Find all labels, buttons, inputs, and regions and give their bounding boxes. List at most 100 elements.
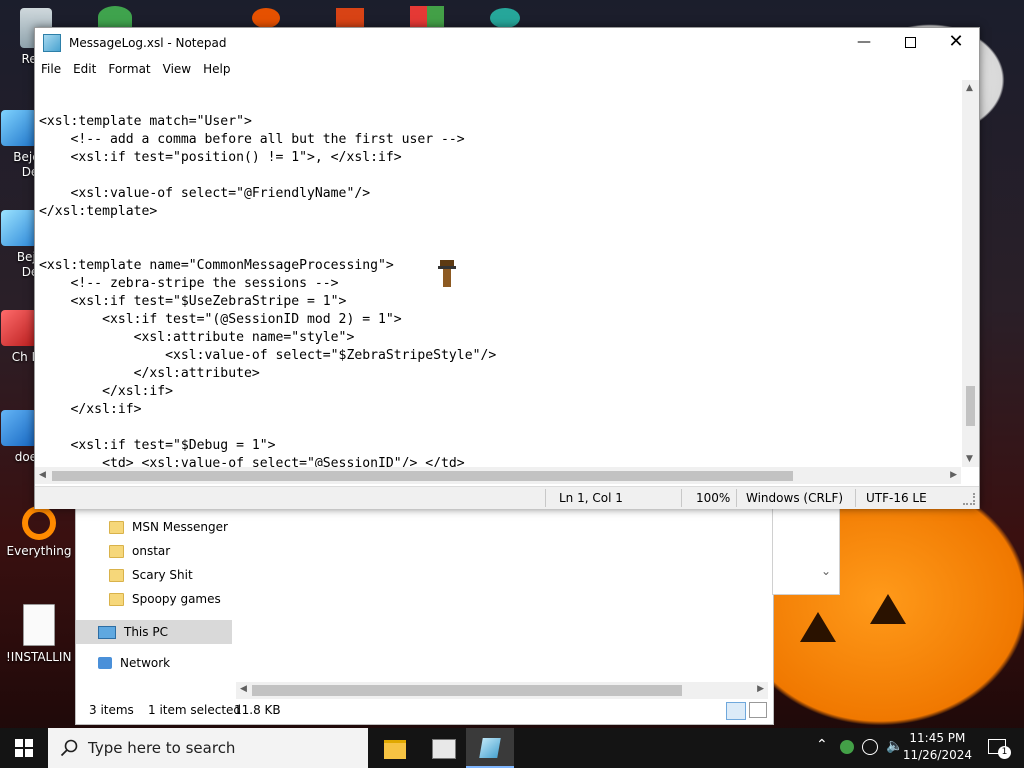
notification-count-badge: 1 <box>998 746 1011 759</box>
desktop-app-icon[interactable] <box>336 8 364 28</box>
explorer-folder-item[interactable]: MSN Messenger <box>109 516 228 538</box>
folder-label: Spoopy games <box>132 592 221 606</box>
file-explorer-icon <box>384 740 406 759</box>
msn-buddy-icon[interactable] <box>98 6 132 28</box>
folder-label: onstar <box>132 544 171 558</box>
scroll-right-icon[interactable]: ▶ <box>757 684 764 694</box>
bejeweled-icon <box>1 210 37 246</box>
nav-item-this-pc[interactable]: This PC <box>76 620 232 644</box>
scroll-thumb[interactable] <box>966 386 975 426</box>
selected-size: 11.8 KB <box>234 703 281 717</box>
status-divider <box>736 489 737 507</box>
chevron-up-icon[interactable]: ⌃ <box>816 737 828 753</box>
encoding: UTF-16 LE <box>866 491 927 505</box>
menu-edit[interactable]: Edit <box>67 62 102 76</box>
horizontal-scrollbar[interactable]: ◀ ▶ <box>35 467 961 484</box>
status-divider <box>545 489 546 507</box>
msn-tray-icon[interactable] <box>840 740 854 754</box>
zoom-level: 100% <box>696 491 731 505</box>
text-file-icon <box>23 604 55 646</box>
desktop-app-icon[interactable] <box>490 8 520 28</box>
status-divider <box>681 489 682 507</box>
resize-grip-icon[interactable] <box>963 493 975 505</box>
desktop-app-icon[interactable] <box>252 8 280 28</box>
folder-icon <box>109 544 124 558</box>
folder-icon <box>109 568 124 582</box>
text-editor-area[interactable]: <xsl:template match="User"> <!-- add a c… <box>35 80 961 467</box>
desktop-app-icon[interactable] <box>410 6 444 28</box>
chess-icon <box>1 310 37 346</box>
network-globe-icon[interactable] <box>862 739 878 755</box>
status-divider <box>855 489 856 507</box>
desktop-icon-installer-file[interactable]: !INSTALLIN... <box>6 604 72 664</box>
this-pc-label: This PC <box>124 625 168 639</box>
system-clock[interactable]: 11:45 PM 11/26/2024 <box>903 730 972 764</box>
notepad-titlebar[interactable]: MessageLog.xsl - Notepad — ✕ <box>35 28 979 58</box>
desktop-icon-label: !INSTALLIN... <box>6 650 72 664</box>
menu-file[interactable]: File <box>35 62 67 76</box>
bejeweled-icon <box>1 110 37 146</box>
folder-label: MSN Messenger <box>132 520 228 534</box>
menu-bar: File Edit Format View Help <box>35 58 979 80</box>
explorer-status-bar: 3 items 1 item selected 11.8 KB <box>76 696 773 724</box>
scroll-thumb[interactable] <box>52 471 793 481</box>
folder-icon <box>109 592 124 606</box>
everything-search-icon <box>22 506 56 540</box>
scroll-left-icon[interactable]: ◀ <box>39 470 46 480</box>
app-icon <box>1 410 37 446</box>
menu-help[interactable]: Help <box>197 62 236 76</box>
start-button[interactable] <box>0 728 48 768</box>
scarecrow-cursor-icon <box>436 260 456 288</box>
maximize-button[interactable] <box>887 28 933 58</box>
explorer-folder-item[interactable]: Spoopy games <box>109 588 221 610</box>
scroll-right-icon[interactable]: ▶ <box>950 470 957 480</box>
clock-date: 11/26/2024 <box>902 748 972 762</box>
explorer-folder-item[interactable]: Scary Shit <box>109 564 193 586</box>
pumpkin-eye-icon <box>800 612 836 642</box>
scroll-thumb[interactable] <box>252 685 682 696</box>
document-text[interactable]: <xsl:template match="User"> <!-- add a c… <box>39 113 496 467</box>
scroll-down-icon[interactable]: ▼ <box>966 454 973 464</box>
window-title: MessageLog.xsl - Notepad <box>69 36 227 50</box>
taskbar-app[interactable] <box>418 728 466 768</box>
scroll-left-icon[interactable]: ◀ <box>240 684 247 694</box>
cursor-position: Ln 1, Col 1 <box>559 491 623 505</box>
system-tray: ⌃ 🔈 11:45 PM 11/26/2024 1 <box>810 728 1024 768</box>
item-count: 3 items <box>89 703 134 717</box>
vertical-scrollbar[interactable]: ▲ ▼ <box>962 80 979 467</box>
selected-count: 1 item selected <box>148 703 242 717</box>
taskbar-search-box[interactable]: Type here to search <box>48 728 368 768</box>
clock-time: 11:45 PM <box>909 731 966 745</box>
explorer-folder-item[interactable]: onstar <box>109 540 170 562</box>
menu-format[interactable]: Format <box>102 62 156 76</box>
explorer-preview-pane: ⌄ <box>772 505 840 595</box>
volume-icon[interactable]: 🔈 <box>886 738 903 754</box>
search-icon <box>60 739 78 757</box>
pumpkin-eye-icon <box>870 594 906 624</box>
folder-label: Scary Shit <box>132 568 193 582</box>
desktop-icon-everything[interactable]: Everything <box>6 506 72 558</box>
desktop-icon-label: Everything <box>6 544 72 558</box>
folder-icon <box>109 520 124 534</box>
line-ending: Windows (CRLF) <box>746 491 844 505</box>
search-placeholder: Type here to search <box>88 739 236 757</box>
details-view-icon[interactable] <box>726 702 746 720</box>
notepad-status-bar: Ln 1, Col 1 100% Windows (CRLF) UTF-16 L… <box>35 486 979 509</box>
menu-view[interactable]: View <box>157 62 197 76</box>
maximize-icon <box>904 37 916 48</box>
taskbar-file-explorer[interactable] <box>370 728 418 768</box>
close-button[interactable]: ✕ <box>933 28 979 58</box>
minimize-button[interactable]: — <box>841 28 887 58</box>
large-icons-view-icon[interactable] <box>749 702 767 718</box>
nav-item-network[interactable]: Network <box>98 652 170 674</box>
taskbar: Type here to search ⌃ 🔈 11:45 PM 11/26/2… <box>0 728 1024 768</box>
file-explorer-window[interactable]: MSN Messenger onstar Scary Shit Spoopy g… <box>75 505 774 725</box>
taskbar-notepad[interactable] <box>466 728 514 768</box>
notepad-window[interactable]: MessageLog.xsl - Notepad — ✕ File Edit F… <box>34 27 980 509</box>
network-label: Network <box>120 656 171 670</box>
notepad-icon <box>479 738 501 758</box>
chevron-down-icon[interactable]: ⌄ <box>821 564 831 578</box>
computer-icon <box>98 625 116 639</box>
scroll-up-icon[interactable]: ▲ <box>966 83 973 93</box>
app-window-icon <box>432 739 456 759</box>
